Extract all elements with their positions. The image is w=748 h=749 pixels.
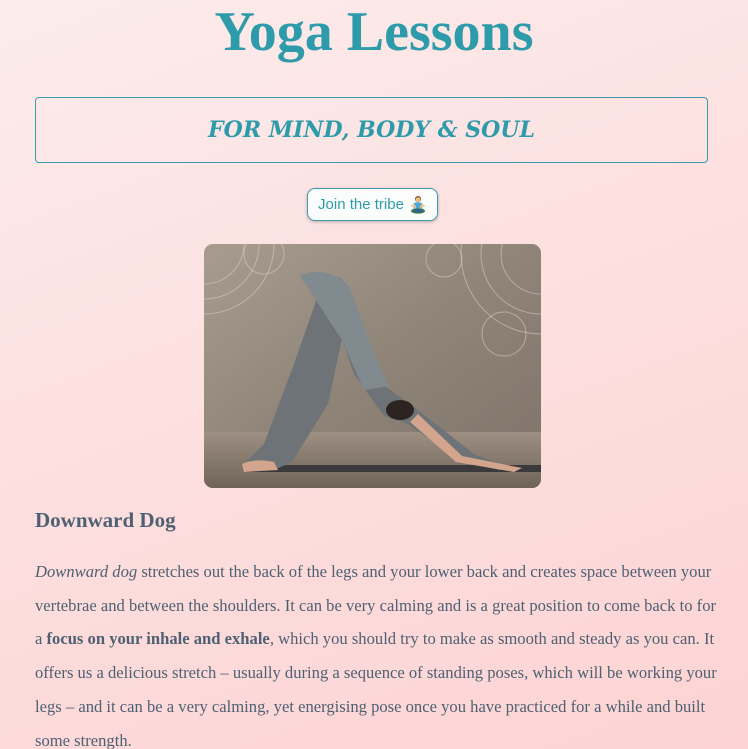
join-button-label: Join the tribe xyxy=(318,196,404,213)
pose-heading: Downward Dog xyxy=(35,508,176,532)
meditating-person-icon xyxy=(409,195,427,215)
description-emphasis: focus on your inhale and exhale xyxy=(46,629,270,649)
pose-description: Downward dog stretches out the back of t… xyxy=(35,555,725,749)
tagline-box: FOR MIND, BODY & SOUL xyxy=(35,97,708,163)
page-title: Yoga Lessons xyxy=(214,1,534,63)
join-the-tribe-button[interactable]: Join the tribe xyxy=(307,188,438,221)
downward-dog-photo xyxy=(204,244,541,488)
tagline: FOR MIND, BODY & SOUL xyxy=(208,117,535,143)
description-lead: Downward dog xyxy=(35,562,138,581)
